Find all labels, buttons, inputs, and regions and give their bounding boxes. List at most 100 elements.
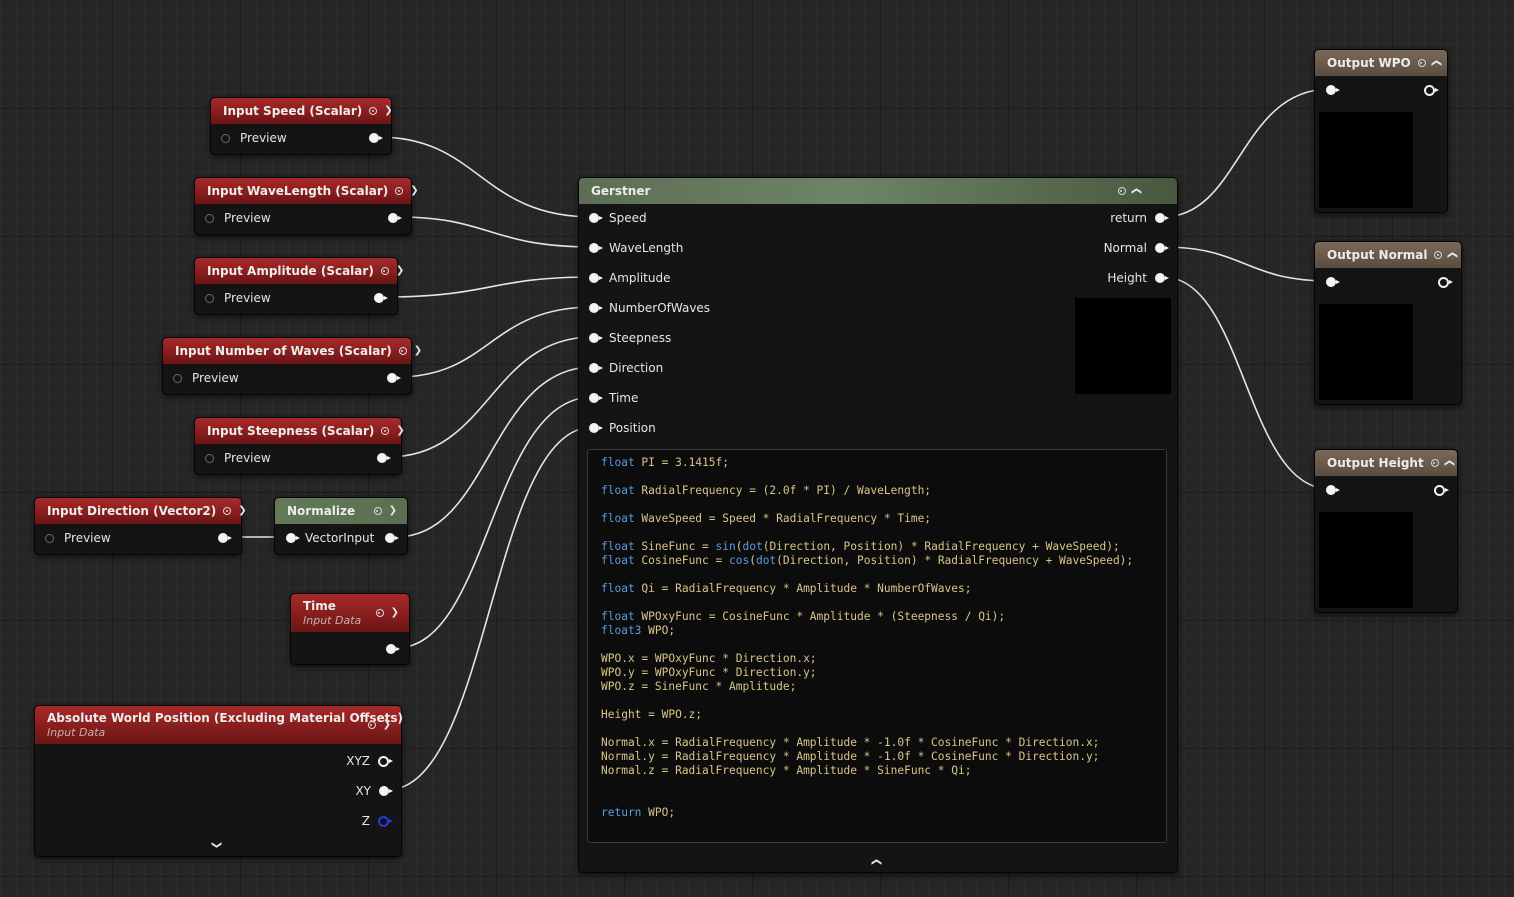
- gerstner-output-normal[interactable]: Normal: [1104, 238, 1169, 258]
- node-gerstner[interactable]: Gerstner ❯ Speed WaveLength Amplitude Numbe…: [578, 177, 1178, 873]
- node-output-height[interactable]: Output Height ❯: [1314, 449, 1458, 613]
- node-input-amplitude[interactable]: Input Amplitude (Scalar) ❯ Preview: [194, 257, 404, 315]
- output-pin[interactable]: [386, 644, 400, 654]
- chevron-up-icon[interactable]: ❯: [871, 858, 882, 866]
- chevron-up-icon[interactable]: ❯: [1431, 59, 1442, 67]
- preview-pin[interactable]: [205, 213, 214, 223]
- node-input-number-of-waves[interactable]: Input Number of Waves (Scalar) ❯ Preview: [162, 337, 422, 395]
- chevron-up-icon[interactable]: ❯: [1448, 251, 1459, 259]
- input-pin[interactable]: [1326, 277, 1340, 287]
- gerstner-output-return[interactable]: return: [1110, 208, 1169, 228]
- node-input-wavelength[interactable]: Input WaveLength (Scalar) ❯ Preview: [194, 177, 419, 235]
- preview-eye-icon[interactable]: [1417, 59, 1426, 67]
- output-pin[interactable]: [1155, 273, 1169, 283]
- preview-eye-icon[interactable]: [1430, 459, 1439, 467]
- preview-eye-icon[interactable]: [381, 427, 390, 435]
- node-normalize[interactable]: Normalize ❯ VectorInput: [274, 497, 408, 555]
- node-header[interactable]: Gerstner ❯: [579, 178, 1177, 204]
- input-pin[interactable]: [589, 243, 603, 253]
- gerstner-input-direction[interactable]: Direction: [589, 358, 663, 378]
- output-pin[interactable]: [387, 373, 401, 383]
- output-pin[interactable]: [1438, 276, 1453, 288]
- chevron-down-icon[interactable]: ❯: [396, 266, 404, 276]
- preview-eye-icon[interactable]: [395, 187, 404, 195]
- chevron-down-icon[interactable]: ❯: [389, 506, 397, 516]
- node-header[interactable]: Input Amplitude (Scalar) ❯: [195, 258, 404, 284]
- node-header[interactable]: Input Direction (Vector2) ❯: [35, 498, 247, 524]
- node-input-speed[interactable]: Input Speed (Scalar) ❯ Preview: [210, 97, 393, 155]
- chevron-down-icon[interactable]: ❯: [384, 106, 392, 116]
- preview-pin[interactable]: [221, 133, 230, 143]
- preview-pin[interactable]: [205, 453, 214, 463]
- output-pin-xy[interactable]: [379, 786, 393, 796]
- node-header[interactable]: Normalize ❯: [275, 498, 407, 524]
- gerstner-input-speed[interactable]: Speed: [589, 208, 647, 228]
- input-pin[interactable]: [589, 273, 603, 283]
- input-pin[interactable]: [1326, 485, 1340, 495]
- node-output-wpo[interactable]: Output WPO ❯: [1314, 49, 1448, 213]
- node-input-steepness[interactable]: Input Steepness (Scalar) ❯ Preview: [194, 417, 405, 475]
- output-pin[interactable]: [377, 453, 391, 463]
- gerstner-input-wavelength[interactable]: WaveLength: [589, 238, 683, 258]
- preview-pin[interactable]: [45, 533, 54, 543]
- input-pin[interactable]: [589, 213, 603, 223]
- preview-eye-icon[interactable]: [373, 507, 382, 515]
- input-pin[interactable]: [589, 423, 603, 433]
- preview-eye-icon[interactable]: [1434, 251, 1443, 259]
- chevron-down-icon[interactable]: ❯: [211, 841, 222, 849]
- preview-eye-icon[interactable]: [380, 267, 389, 275]
- preview-pin[interactable]: [205, 293, 214, 303]
- node-header[interactable]: Output Normal ❯: [1315, 242, 1461, 268]
- preview-eye-icon[interactable]: [369, 107, 378, 115]
- chevron-down-icon[interactable]: ❯: [391, 608, 399, 618]
- output-pin-xyz[interactable]: [378, 755, 393, 767]
- gerstner-input-time[interactable]: Time: [589, 388, 638, 408]
- chevron-down-icon[interactable]: ❯: [410, 186, 418, 196]
- preview-pin[interactable]: [173, 373, 182, 383]
- input-pin[interactable]: [1326, 85, 1340, 95]
- preview-eye-icon[interactable]: [223, 507, 232, 515]
- chevron-down-icon[interactable]: ❯: [383, 720, 391, 730]
- output-pin[interactable]: [218, 533, 232, 543]
- node-header[interactable]: Input Number of Waves (Scalar) ❯: [163, 338, 422, 364]
- chevron-up-icon[interactable]: ❯: [1444, 459, 1455, 467]
- node-header[interactable]: Output WPO ❯: [1315, 50, 1447, 76]
- preview-eye-icon[interactable]: [1117, 187, 1126, 195]
- output-pin[interactable]: [1424, 84, 1439, 96]
- node-header[interactable]: Absolute World Position (Excluding Mater…: [35, 706, 403, 744]
- chevron-down-icon[interactable]: ❯: [238, 506, 246, 516]
- input-pin[interactable]: [589, 303, 603, 313]
- node-header[interactable]: Input WaveLength (Scalar) ❯: [195, 178, 419, 204]
- output-pin[interactable]: [385, 533, 399, 543]
- gerstner-input-position[interactable]: Position: [589, 418, 656, 438]
- preview-eye-icon[interactable]: [375, 609, 384, 617]
- gerstner-input-amplitude[interactable]: Amplitude: [589, 268, 671, 288]
- input-pin[interactable]: [589, 333, 603, 343]
- chevron-up-icon[interactable]: ❯: [1131, 187, 1142, 195]
- output-pin[interactable]: [369, 133, 383, 143]
- output-pin[interactable]: [374, 293, 388, 303]
- preview-eye-icon[interactable]: [367, 721, 376, 729]
- node-output-normal[interactable]: Output Normal ❯: [1314, 241, 1462, 405]
- node-absolute-world-position[interactable]: Absolute World Position (Excluding Mater…: [34, 705, 403, 857]
- input-pin[interactable]: [589, 363, 603, 373]
- node-header[interactable]: Output Height ❯: [1315, 450, 1457, 476]
- node-header[interactable]: Time Input Data ❯: [291, 594, 409, 632]
- node-header[interactable]: Input Speed (Scalar) ❯: [211, 98, 393, 124]
- input-pin[interactable]: [589, 393, 603, 403]
- gerstner-output-height[interactable]: Height: [1107, 268, 1169, 288]
- output-pin-z[interactable]: [378, 815, 393, 827]
- code-editor[interactable]: float PI = 3.1415f; float RadialFrequency…: [587, 449, 1167, 843]
- node-header[interactable]: Input Steepness (Scalar) ❯: [195, 418, 405, 444]
- node-time[interactable]: Time Input Data ❯: [290, 593, 410, 665]
- chevron-down-icon[interactable]: ❯: [396, 426, 404, 436]
- output-pin[interactable]: [1155, 213, 1169, 223]
- node-input-direction[interactable]: Input Direction (Vector2) ❯ Preview: [34, 497, 247, 555]
- output-pin[interactable]: [1155, 243, 1169, 253]
- gerstner-input-steepness[interactable]: Steepness: [589, 328, 671, 348]
- input-pin[interactable]: [286, 533, 300, 543]
- preview-eye-icon[interactable]: [398, 347, 407, 355]
- gerstner-input-numberofwaves[interactable]: NumberOfWaves: [589, 298, 710, 318]
- output-pin[interactable]: [388, 213, 402, 223]
- output-pin[interactable]: [1434, 484, 1449, 496]
